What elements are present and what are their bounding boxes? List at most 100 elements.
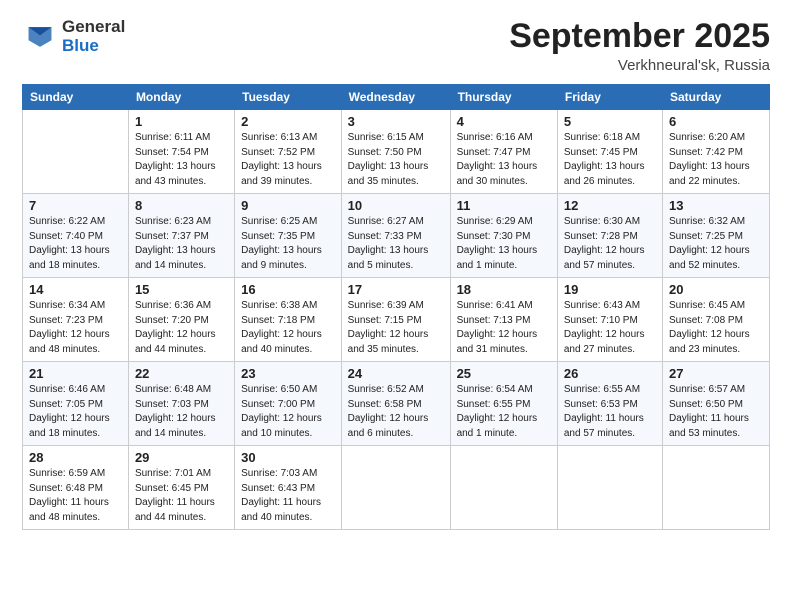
day-daylight: Daylight: 13 hours and 35 minutes. — [348, 161, 429, 187]
day-number: 10 — [348, 198, 444, 213]
calendar-cell — [341, 446, 450, 530]
day-daylight: Daylight: 12 hours and 40 minutes. — [241, 329, 322, 355]
day-daylight: Daylight: 11 hours and 48 minutes. — [29, 497, 109, 523]
day-daylight: Daylight: 13 hours and 5 minutes. — [348, 245, 429, 271]
calendar-cell: 5 Sunrise: 6:18 AM Sunset: 7:45 PM Dayli… — [557, 110, 662, 194]
calendar-cell: 22 Sunrise: 6:48 AM Sunset: 7:03 PM Dayl… — [128, 362, 234, 446]
day-daylight: Daylight: 11 hours and 44 minutes. — [135, 497, 215, 523]
day-sunrise: Sunrise: 6:11 AM — [135, 132, 210, 143]
day-sunrise: Sunrise: 6:52 AM — [348, 384, 424, 395]
day-sunset: Sunset: 7:35 PM — [241, 231, 315, 242]
day-sunset: Sunset: 7:13 PM — [457, 315, 531, 326]
day-number: 27 — [669, 366, 763, 381]
day-daylight: Daylight: 13 hours and 18 minutes. — [29, 245, 110, 271]
page: General Blue September 2025 Verkhneural'… — [0, 0, 792, 612]
day-sunset: Sunset: 7:20 PM — [135, 315, 209, 326]
calendar-week-row: 14 Sunrise: 6:34 AM Sunset: 7:23 PM Dayl… — [23, 278, 770, 362]
day-daylight: Daylight: 12 hours and 44 minutes. — [135, 329, 216, 355]
calendar-cell: 25 Sunrise: 6:54 AM Sunset: 6:55 PM Dayl… — [450, 362, 557, 446]
day-sunset: Sunset: 7:54 PM — [135, 147, 209, 158]
day-sunset: Sunset: 7:52 PM — [241, 147, 315, 158]
day-sunset: Sunset: 7:08 PM — [669, 315, 743, 326]
day-sunrise: Sunrise: 6:39 AM — [348, 300, 424, 311]
calendar-day-header: Tuesday — [235, 85, 342, 110]
day-daylight: Daylight: 12 hours and 10 minutes. — [241, 413, 322, 439]
day-number: 1 — [135, 114, 228, 129]
calendar-cell: 30 Sunrise: 7:03 AM Sunset: 6:43 PM Dayl… — [235, 446, 342, 530]
day-sunrise: Sunrise: 6:57 AM — [669, 384, 745, 395]
day-sunrise: Sunrise: 6:55 AM — [564, 384, 640, 395]
logo-icon — [22, 19, 58, 55]
calendar-week-row: 21 Sunrise: 6:46 AM Sunset: 7:05 PM Dayl… — [23, 362, 770, 446]
day-sunset: Sunset: 6:45 PM — [135, 483, 209, 494]
calendar-cell: 1 Sunrise: 6:11 AM Sunset: 7:54 PM Dayli… — [128, 110, 234, 194]
day-daylight: Daylight: 12 hours and 6 minutes. — [348, 413, 429, 439]
day-number: 8 — [135, 198, 228, 213]
day-number: 30 — [241, 450, 335, 465]
calendar-week-row: 28 Sunrise: 6:59 AM Sunset: 6:48 PM Dayl… — [23, 446, 770, 530]
day-sunrise: Sunrise: 6:48 AM — [135, 384, 211, 395]
calendar-cell: 26 Sunrise: 6:55 AM Sunset: 6:53 PM Dayl… — [557, 362, 662, 446]
day-daylight: Daylight: 11 hours and 57 minutes. — [564, 413, 644, 439]
calendar-cell: 4 Sunrise: 6:16 AM Sunset: 7:47 PM Dayli… — [450, 110, 557, 194]
day-number: 18 — [457, 282, 551, 297]
day-sunrise: Sunrise: 6:50 AM — [241, 384, 317, 395]
day-daylight: Daylight: 11 hours and 40 minutes. — [241, 497, 321, 523]
day-sunrise: Sunrise: 6:30 AM — [564, 216, 640, 227]
day-sunrise: Sunrise: 6:27 AM — [348, 216, 424, 227]
day-sunrise: Sunrise: 6:38 AM — [241, 300, 317, 311]
day-daylight: Daylight: 12 hours and 52 minutes. — [669, 245, 750, 271]
day-sunrise: Sunrise: 6:41 AM — [457, 300, 533, 311]
day-sunset: Sunset: 7:50 PM — [348, 147, 422, 158]
calendar-cell: 8 Sunrise: 6:23 AM Sunset: 7:37 PM Dayli… — [128, 194, 234, 278]
calendar-cell: 9 Sunrise: 6:25 AM Sunset: 7:35 PM Dayli… — [235, 194, 342, 278]
day-number: 15 — [135, 282, 228, 297]
calendar-cell: 16 Sunrise: 6:38 AM Sunset: 7:18 PM Dayl… — [235, 278, 342, 362]
month-title: September 2025 — [509, 18, 770, 55]
day-daylight: Daylight: 13 hours and 39 minutes. — [241, 161, 322, 187]
day-daylight: Daylight: 13 hours and 14 minutes. — [135, 245, 216, 271]
day-sunrise: Sunrise: 6:15 AM — [348, 132, 424, 143]
calendar-cell: 12 Sunrise: 6:30 AM Sunset: 7:28 PM Dayl… — [557, 194, 662, 278]
day-number: 21 — [29, 366, 122, 381]
day-sunrise: Sunrise: 7:01 AM — [135, 468, 211, 479]
day-sunset: Sunset: 7:18 PM — [241, 315, 315, 326]
day-sunrise: Sunrise: 6:54 AM — [457, 384, 533, 395]
day-sunrise: Sunrise: 6:16 AM — [457, 132, 533, 143]
day-number: 23 — [241, 366, 335, 381]
calendar-week-row: 7 Sunrise: 6:22 AM Sunset: 7:40 PM Dayli… — [23, 194, 770, 278]
day-daylight: Daylight: 13 hours and 22 minutes. — [669, 161, 750, 187]
calendar-week-row: 1 Sunrise: 6:11 AM Sunset: 7:54 PM Dayli… — [23, 110, 770, 194]
logo-blue: Blue — [62, 37, 125, 56]
day-sunset: Sunset: 7:42 PM — [669, 147, 743, 158]
calendar-cell: 27 Sunrise: 6:57 AM Sunset: 6:50 PM Dayl… — [662, 362, 769, 446]
calendar-day-header: Sunday — [23, 85, 129, 110]
day-sunrise: Sunrise: 6:23 AM — [135, 216, 211, 227]
day-sunset: Sunset: 7:47 PM — [457, 147, 531, 158]
day-sunset: Sunset: 6:43 PM — [241, 483, 315, 494]
day-sunset: Sunset: 7:15 PM — [348, 315, 422, 326]
day-sunrise: Sunrise: 6:32 AM — [669, 216, 745, 227]
day-number: 11 — [457, 198, 551, 213]
day-number: 12 — [564, 198, 656, 213]
day-number: 5 — [564, 114, 656, 129]
calendar-day-header: Monday — [128, 85, 234, 110]
day-sunrise: Sunrise: 6:13 AM — [241, 132, 317, 143]
day-sunrise: Sunrise: 6:25 AM — [241, 216, 317, 227]
day-sunset: Sunset: 6:53 PM — [564, 399, 638, 410]
day-sunrise: Sunrise: 6:43 AM — [564, 300, 640, 311]
calendar-cell: 18 Sunrise: 6:41 AM Sunset: 7:13 PM Dayl… — [450, 278, 557, 362]
day-sunset: Sunset: 7:30 PM — [457, 231, 531, 242]
day-number: 17 — [348, 282, 444, 297]
day-number: 3 — [348, 114, 444, 129]
day-number: 6 — [669, 114, 763, 129]
day-number: 7 — [29, 198, 122, 213]
calendar-cell: 28 Sunrise: 6:59 AM Sunset: 6:48 PM Dayl… — [23, 446, 129, 530]
day-daylight: Daylight: 12 hours and 57 minutes. — [564, 245, 645, 271]
day-sunset: Sunset: 7:33 PM — [348, 231, 422, 242]
calendar-cell: 2 Sunrise: 6:13 AM Sunset: 7:52 PM Dayli… — [235, 110, 342, 194]
header: General Blue September 2025 Verkhneural'… — [22, 18, 770, 74]
calendar-cell — [450, 446, 557, 530]
day-number: 24 — [348, 366, 444, 381]
day-daylight: Daylight: 12 hours and 27 minutes. — [564, 329, 645, 355]
